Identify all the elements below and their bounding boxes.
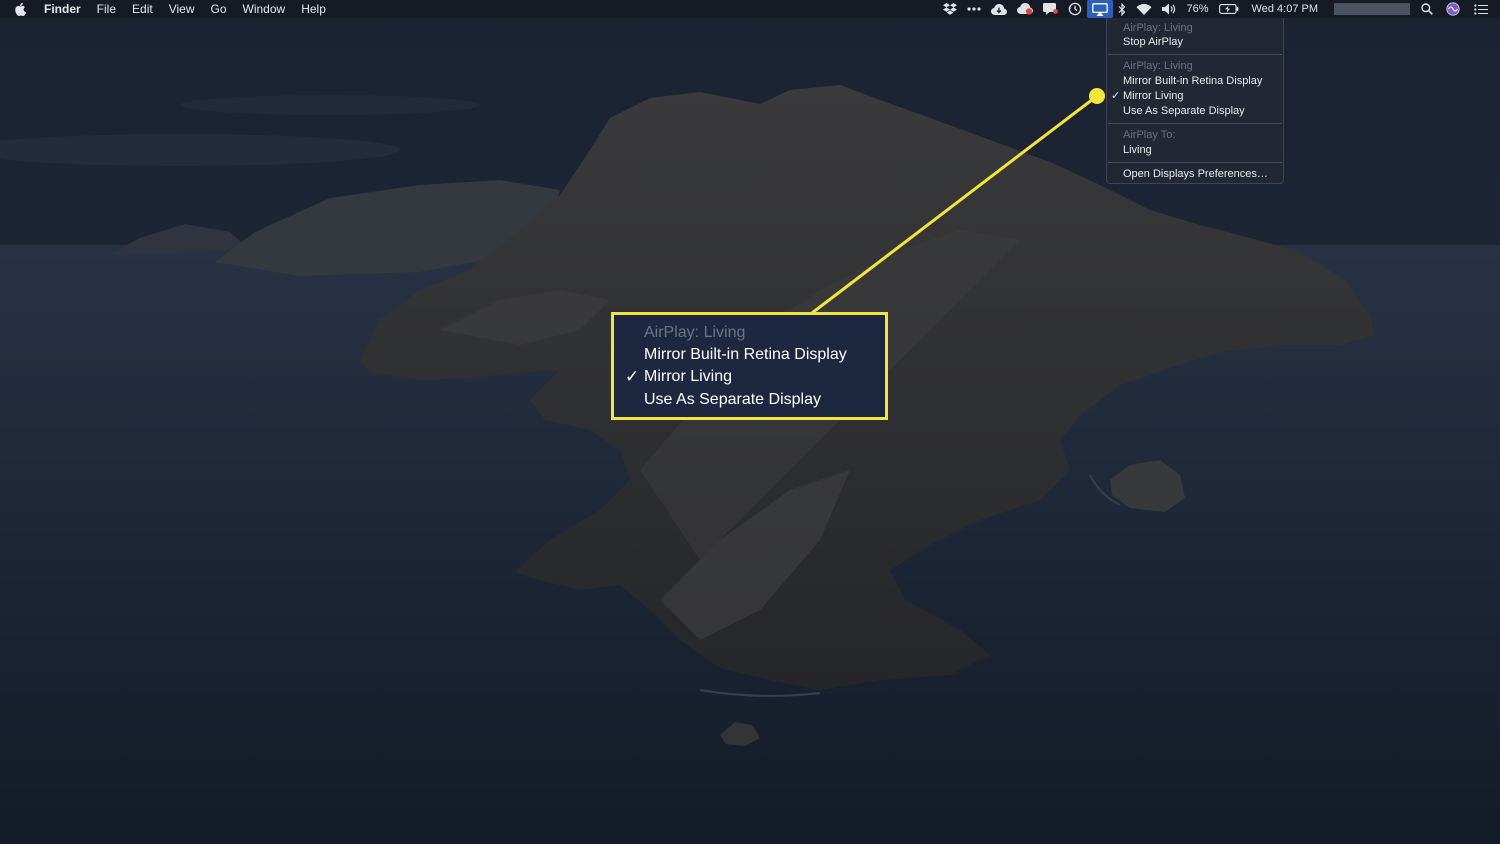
menu-clock[interactable]: Wed 4:07 PM (1244, 0, 1328, 18)
callout-mirror-builtin-display: Mirror Built-in Retina Display (644, 346, 847, 363)
user-account-redacted[interactable] (1334, 3, 1410, 15)
menu-divider (1108, 54, 1282, 55)
battery-icon[interactable] (1214, 0, 1244, 18)
use-separate-display-item[interactable]: Use As Separate Display (1123, 104, 1245, 118)
menu-window[interactable]: Window (235, 0, 294, 18)
menu-go[interactable]: Go (203, 0, 235, 18)
bluetooth-icon[interactable] (1113, 0, 1131, 18)
menu-divider (1108, 162, 1282, 163)
menu-divider (1108, 123, 1282, 124)
stop-airplay-item[interactable]: Stop AirPlay (1123, 35, 1183, 49)
airplay-icon[interactable] (1086, 0, 1113, 18)
open-displays-preferences-item[interactable]: Open Displays Preferences… (1123, 167, 1268, 181)
cloud-sync-icon[interactable] (1012, 0, 1038, 18)
notification-center-icon[interactable] (1468, 0, 1500, 18)
mirror-builtin-display-item[interactable]: Mirror Built-in Retina Display (1123, 74, 1262, 88)
battery-percent[interactable]: 76% (1182, 0, 1214, 18)
menu-help[interactable]: Help (293, 0, 334, 18)
mirroring-section-header: AirPlay: Living (1123, 60, 1193, 72)
airplay-to-living-item[interactable]: Living (1123, 143, 1152, 157)
checkmark-icon: ✓ (1111, 90, 1121, 102)
cloud-icon[interactable] (986, 0, 1012, 18)
airplay-dropdown-menu: AirPlay: Living Stop AirPlay AirPlay: Li… (1106, 18, 1284, 184)
callout-use-separate-display: Use As Separate Display (644, 391, 821, 408)
menu-view[interactable]: View (161, 0, 203, 18)
menu-bar: Finder File Edit View Go Window Help 76%… (0, 0, 1500, 18)
dropbox-icon[interactable] (938, 0, 962, 18)
time-machine-icon[interactable] (1063, 0, 1087, 18)
notification-icon[interactable] (1038, 0, 1063, 18)
zoom-callout-box: AirPlay: Living Mirror Built-in Retina D… (611, 312, 888, 420)
airplay-to-section-header: AirPlay To: (1123, 129, 1176, 141)
airplay-section-header: AirPlay: Living (1123, 22, 1193, 34)
siri-icon[interactable] (1438, 0, 1468, 18)
wifi-icon[interactable] (1131, 0, 1157, 18)
callout-section-header: AirPlay: Living (644, 324, 746, 341)
menu-file[interactable]: File (89, 0, 124, 18)
spotlight-icon[interactable] (1416, 0, 1438, 18)
mirror-living-item[interactable]: Mirror Living (1123, 89, 1184, 103)
app-menu-finder[interactable]: Finder (36, 0, 89, 18)
volume-icon[interactable] (1157, 0, 1182, 18)
callout-mirror-living: Mirror Living (644, 368, 733, 385)
callout-checkmark-icon: ✓ (625, 367, 640, 386)
apple-logo-icon[interactable] (14, 2, 28, 16)
ellipsis-icon[interactable] (962, 0, 986, 18)
menu-edit[interactable]: Edit (124, 0, 161, 18)
